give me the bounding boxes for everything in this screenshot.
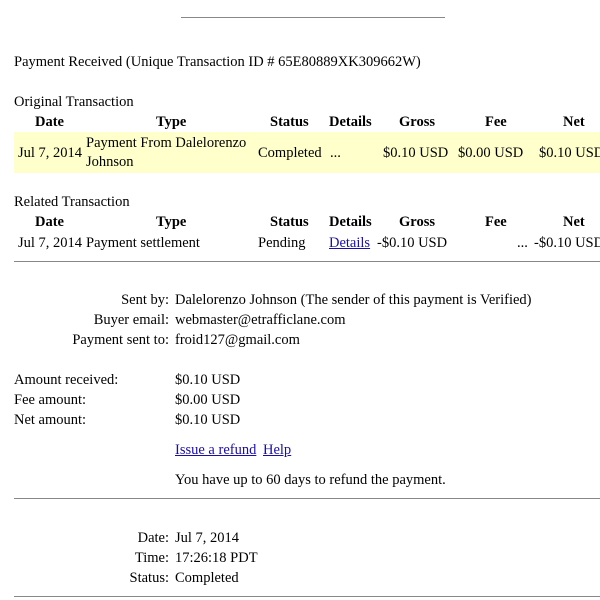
original-header-details: Details xyxy=(329,114,372,130)
status-label: Status: xyxy=(129,570,169,586)
sent-to-value: froid127@gmail.com xyxy=(175,332,300,348)
net-amount-value: $0.10 USD xyxy=(175,412,241,428)
fee-amount-value: $0.00 USD xyxy=(175,392,241,408)
divider-2 xyxy=(14,498,600,499)
net-amount-label: Net amount: xyxy=(14,412,87,428)
sent-by-label: Sent by: xyxy=(121,292,169,308)
help-link[interactable]: Help xyxy=(263,442,291,459)
related-row-status: Pending xyxy=(258,235,306,251)
related-row-gross: -$0.10 USD xyxy=(377,235,448,251)
buyer-email-label: Buyer email: xyxy=(93,312,169,328)
time-value: 17:26:18 PDT xyxy=(175,550,258,566)
original-row-details: ... xyxy=(330,145,341,161)
original-header-status: Status xyxy=(270,114,309,130)
page-title: Payment Received (Unique Transaction ID … xyxy=(14,54,421,70)
date-value: Jul 7, 2014 xyxy=(175,530,240,546)
divider-1 xyxy=(14,261,600,262)
date-label: Date: xyxy=(137,530,169,546)
original-header-type: Type xyxy=(156,114,187,130)
time-label: Time: xyxy=(134,550,169,566)
fee-amount-label: Fee amount: xyxy=(14,392,87,408)
original-row-gross: $0.10 USD xyxy=(383,145,449,161)
original-header-gross: Gross xyxy=(399,114,435,130)
amount-received-value: $0.10 USD xyxy=(175,372,241,388)
sent-to-label: Payment sent to: xyxy=(72,332,169,348)
original-row-type-line2: Johnson xyxy=(86,154,134,170)
related-section-title: Related Transaction xyxy=(14,194,130,210)
original-header-fee: Fee xyxy=(485,114,507,130)
related-header-net: Net xyxy=(563,214,585,230)
amount-received-label: Amount received: xyxy=(14,372,119,388)
related-row-date: Jul 7, 2014 xyxy=(18,235,83,251)
original-row-date: Jul 7, 2014 xyxy=(18,145,83,161)
refund-note: You have up to 60 days to refund the pay… xyxy=(175,472,446,488)
related-header-fee: Fee xyxy=(485,214,507,230)
related-header-type: Type xyxy=(156,214,187,230)
original-row-status: Completed xyxy=(258,145,322,161)
related-header-date: Date xyxy=(35,214,64,230)
sent-by-value: Dalelorenzo Johnson (The sender of this … xyxy=(175,292,532,308)
status-value: Completed xyxy=(175,570,239,586)
original-row-type-line1: Payment From Dalelorenzo xyxy=(86,135,247,151)
original-section-title: Original Transaction xyxy=(14,94,134,110)
divider-3 xyxy=(14,596,600,597)
top-divider xyxy=(181,17,445,18)
original-header-net: Net xyxy=(563,114,585,130)
related-header-status: Status xyxy=(270,214,309,230)
issue-refund-link[interactable]: Issue a refund xyxy=(175,442,256,459)
page: Payment Received (Unique Transaction ID … xyxy=(0,0,600,600)
related-row-net: -$0.10 USD xyxy=(534,235,600,251)
related-row-fee: ... xyxy=(517,235,528,251)
related-row-type: Payment settlement xyxy=(86,235,200,251)
related-header-gross: Gross xyxy=(399,214,435,230)
original-row-fee: $0.00 USD xyxy=(458,145,524,161)
related-details-link[interactable]: Details xyxy=(329,235,370,252)
original-row-net: $0.10 USD xyxy=(539,145,600,161)
original-header-date: Date xyxy=(35,114,64,130)
related-header-details: Details xyxy=(329,214,372,230)
buyer-email-value: webmaster@etrafficlane.com xyxy=(175,312,346,328)
